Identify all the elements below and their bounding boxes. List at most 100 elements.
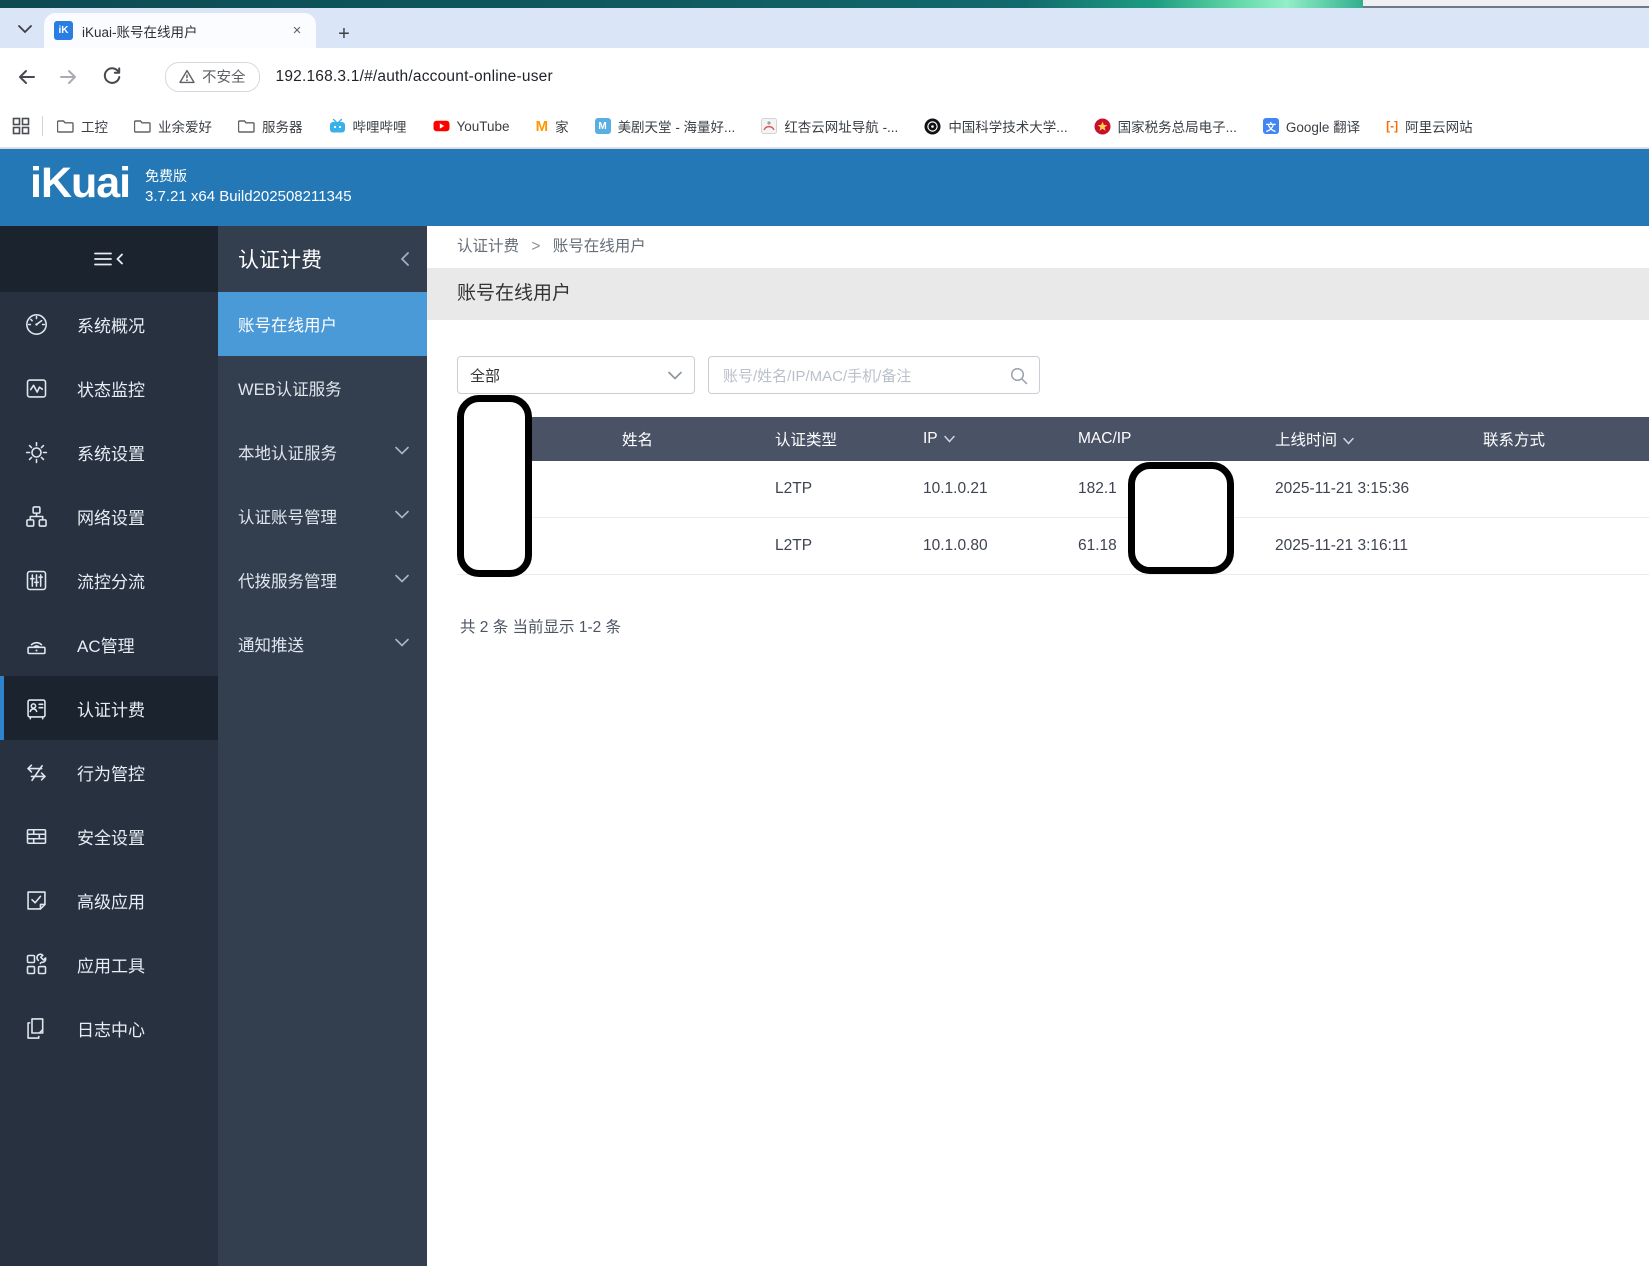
table-row[interactable]: L2TP 10.1.0.80 61.18 2025-11-21 3:16:11 <box>457 518 1649 575</box>
forward-button[interactable] <box>52 60 86 94</box>
ikuai-logo: iKuai <box>30 159 130 208</box>
column-ip[interactable]: IP <box>923 417 1078 461</box>
bookmark-yeyuaihao[interactable]: 业余爱好 <box>134 116 212 136</box>
ikuai-favicon: iK <box>54 21 73 40</box>
sidebar-item-log-center[interactable]: 日志中心 <box>0 996 218 1060</box>
bilibili-icon <box>329 118 346 134</box>
bookmark-aliyun[interactable]: [-] 阿里云网站 <box>1386 116 1473 136</box>
browser-tab-strip: iK iKuai-账号在线用户 × + <box>0 8 1649 48</box>
cell-online-time: 2025-11-21 3:16:11 <box>1275 518 1483 575</box>
bookmark-label: 中国科学技术大学... <box>948 116 1067 136</box>
column-online-time[interactable]: 上线时间 <box>1275 417 1483 461</box>
meiju-icon: M <box>595 118 611 134</box>
folder-icon <box>57 119 74 133</box>
search-input[interactable] <box>721 358 1005 394</box>
bookmark-bilibili[interactable]: 哔哩哔哩 <box>329 116 407 136</box>
sidebar-item-ac-management[interactable]: AC管理 <box>0 612 218 676</box>
bookmark-gongkong[interactable]: 工控 <box>57 116 108 136</box>
bookmark-label: 红杏云网址导航 -... <box>784 116 898 136</box>
sidebar-item-traffic-control[interactable]: 流控分流 <box>0 548 218 612</box>
submenu-collapse-icon[interactable] <box>399 250 411 268</box>
bookmark-label: 阿里云网站 <box>1405 116 1473 136</box>
page-title: 账号在线用户 <box>427 268 1649 320</box>
bookmark-google-translate[interactable]: 文 Google 翻译 <box>1263 116 1360 136</box>
breadcrumb-root[interactable]: 认证计费 <box>457 238 519 255</box>
submenu-item-online-users[interactable]: 账号在线用户 <box>218 292 427 356</box>
submenu-item-label: 认证账号管理 <box>238 504 337 528</box>
bookmarks-divider <box>42 116 43 136</box>
hamburger-collapse-icon <box>92 247 126 271</box>
table-header-row: 姓名 认证类型 IP MAC/IP 上线时间 联系方式 <box>457 417 1649 461</box>
hongxingyun-icon <box>761 118 777 134</box>
submenu-item-web-auth[interactable]: WEB认证服务 <box>218 356 427 420</box>
chevron-down-icon <box>395 574 409 583</box>
sidebar-item-status-monitor[interactable]: 状态监控 <box>0 356 218 420</box>
bookmark-label: YouTube <box>457 119 510 134</box>
sidebar-item-label: 网络设置 <box>77 504 145 529</box>
reload-button[interactable] <box>95 60 129 94</box>
sidebar-item-label: 流控分流 <box>77 568 145 593</box>
main-sidebar: 系统概况 状态监控 系统设置 网络设置 流控分流 AC管理 认证计费 行为管控 … <box>0 226 218 1266</box>
submenu-item-label: 通知推送 <box>238 632 304 656</box>
firewall-icon <box>22 822 50 850</box>
bookmark-label: Google 翻译 <box>1286 116 1360 136</box>
sidebar-collapse-header[interactable] <box>0 226 218 292</box>
sidebar-item-auth-billing[interactable]: 认证计费 <box>0 676 218 740</box>
back-button[interactable] <box>9 60 43 94</box>
filter-select[interactable]: 全部 <box>457 356 695 394</box>
sort-chevron-icon[interactable] <box>944 430 955 447</box>
submenu-item-dial-service[interactable]: 代拨服务管理 <box>218 548 427 612</box>
edition-label: 免费版 <box>145 166 352 186</box>
filter-selected-value: 全部 <box>470 365 500 386</box>
sidebar-item-network-settings[interactable]: 网络设置 <box>0 484 218 548</box>
tab-close-icon[interactable]: × <box>288 22 306 40</box>
sidebar-item-system-settings[interactable]: 系统设置 <box>0 420 218 484</box>
tab-search-button[interactable] <box>12 18 38 40</box>
app-tools-icon <box>22 950 50 978</box>
filter-row: 全部 <box>457 356 1649 394</box>
submenu-item-local-auth[interactable]: 本地认证服务 <box>218 420 427 484</box>
sidebar-item-behavior-control[interactable]: 行为管控 <box>0 740 218 804</box>
bookmark-label: 哔哩哔哩 <box>353 116 407 136</box>
sidebar-item-label: 系统设置 <box>77 440 145 465</box>
url-text[interactable]: 192.168.3.1/#/auth/account-online-user <box>276 68 553 86</box>
bookmark-fuwuqi[interactable]: 服务器 <box>238 116 303 136</box>
browser-tab[interactable]: iK iKuai-账号在线用户 × <box>44 13 316 48</box>
bookmark-ustc[interactable]: 中国科学技术大学... <box>924 116 1067 136</box>
chevron-down-icon <box>395 446 409 455</box>
submenu-item-auth-accounts[interactable]: 认证账号管理 <box>218 484 427 548</box>
log-pages-icon <box>22 1014 50 1042</box>
breadcrumb: 认证计费 > 账号在线用户 <box>427 226 1649 268</box>
bookmark-youtube[interactable]: YouTube <box>433 118 510 134</box>
cell-name <box>622 461 775 518</box>
search-icon[interactable] <box>1010 367 1028 385</box>
chevron-down-icon <box>395 510 409 519</box>
apps-grid-icon[interactable] <box>12 117 30 135</box>
sidebar-item-label: 应用工具 <box>77 952 145 977</box>
warning-triangle-icon <box>179 69 195 84</box>
submenu-panel: 认证计费 账号在线用户 WEB认证服务 本地认证服务 认证账号管理 代拨服务管理… <box>218 226 427 1266</box>
security-chip[interactable]: 不安全 <box>165 62 260 92</box>
bookmark-label: 国家税务总局电子... <box>1118 116 1237 136</box>
sidebar-item-security-settings[interactable]: 安全设置 <box>0 804 218 868</box>
sidebar-item-advanced-apps[interactable]: 高级应用 <box>0 868 218 932</box>
bookmarks-bar: 工控 业余爱好 服务器 哔哩哔哩 YouTube M 家 M 美剧天堂 - 海量… <box>0 105 1649 148</box>
table-row[interactable]: L2TP 10.1.0.21 182.1 2025-11-21 3:15:36 <box>457 461 1649 518</box>
new-tab-button[interactable]: + <box>332 22 356 46</box>
bookmark-tax[interactable]: 国家税务总局电子... <box>1094 116 1237 136</box>
google-translate-icon: 文 <box>1263 118 1279 134</box>
column-name: 姓名 <box>622 417 775 461</box>
sidebar-item-app-tools[interactable]: 应用工具 <box>0 932 218 996</box>
submenu-item-notifications[interactable]: 通知推送 <box>218 612 427 676</box>
bookmark-label: 美剧天堂 - 海量好... <box>618 116 736 136</box>
bookmark-meiju[interactable]: M 美剧天堂 - 海量好... <box>595 116 736 136</box>
bookmark-home[interactable]: M 家 <box>536 116 569 136</box>
browser-toolbar: 不安全 192.168.3.1/#/auth/account-online-us… <box>0 48 1649 105</box>
sidebar-item-system-overview[interactable]: 系统概况 <box>0 292 218 356</box>
sidebar-item-label: 认证计费 <box>77 696 145 721</box>
bookmark-label: 家 <box>555 116 569 136</box>
ikuai-header: iKuai 免费版 3.7.21 x64 Build202508211345 <box>0 149 1649 226</box>
bookmark-hongxingyun[interactable]: 红杏云网址导航 -... <box>761 116 898 136</box>
sort-chevron-icon[interactable] <box>1343 432 1354 449</box>
redaction-box-account-column <box>457 395 532 577</box>
